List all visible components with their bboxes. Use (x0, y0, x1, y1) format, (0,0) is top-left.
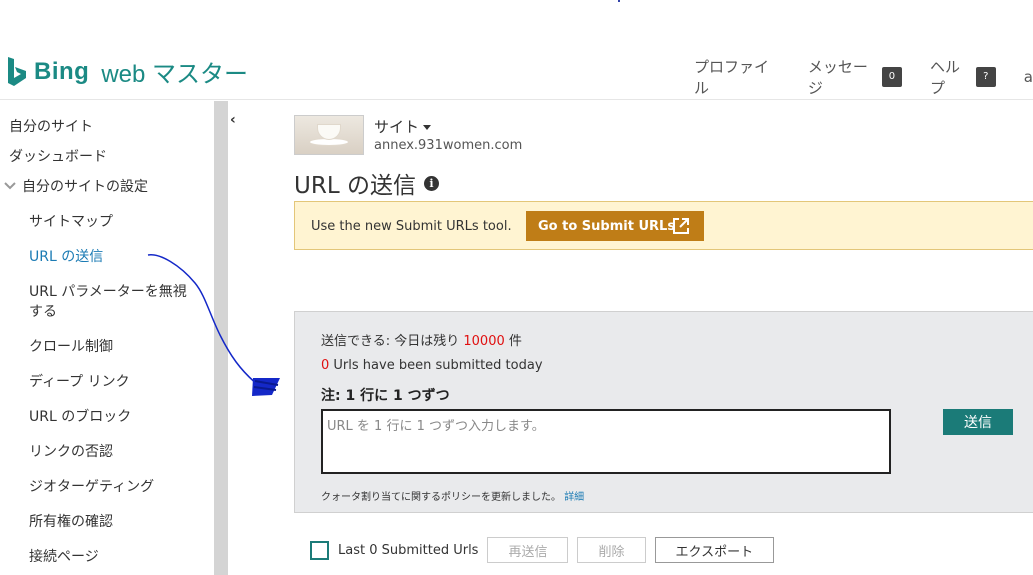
collapse-sidebar-icon[interactable]: ‹ (230, 112, 236, 128)
quota-value: 10000 (463, 334, 505, 349)
submit-url-panel: 送信できる: 今日は残り 10000 件 0 Urls have been su… (294, 311, 1033, 513)
help-question-icon: ? (975, 67, 996, 87)
bing-b-icon (8, 56, 26, 86)
quota-line: 送信できる: 今日は残り 10000 件 (321, 330, 522, 349)
last-submitted-label: Last 0 Submitted Urls (338, 542, 479, 558)
submit-button[interactable]: 送信 (943, 409, 1013, 435)
sidebar-item-deep-links[interactable]: ディープ リンク (29, 371, 130, 391)
quota-suffix: 件 (504, 334, 522, 349)
nav-profile-label: プロファイル (694, 58, 770, 97)
banner-text: Use the new Submit URLs tool. (311, 219, 512, 234)
submitted-today-line: 0 Urls have been submitted today (321, 358, 543, 373)
info-icon[interactable]: i (423, 175, 439, 191)
page-title: URL の送信 i (294, 166, 439, 200)
delete-button[interactable]: 削除 (577, 537, 646, 563)
sidebar-item-dashboard[interactable]: ダッシュボード (9, 146, 107, 166)
go-to-submit-urls-label: Go to Submit URLs (538, 218, 676, 234)
submitted-urls-toolbar: Last 0 Submitted Urls 再送信 削除 エクスポート (310, 537, 783, 563)
nav-truncated-item[interactable]: a (1024, 68, 1033, 86)
sidebar-item-geo-targeting[interactable]: ジオターゲティング (29, 476, 154, 496)
sidebar-item-my-sites[interactable]: 自分のサイト (9, 116, 93, 136)
sidebar-item-ignore-url-params[interactable]: URL パラメーターを無視 (29, 281, 187, 301)
policy-details-link[interactable]: 詳細 (564, 492, 584, 503)
brand-subtitle: web マスター (101, 61, 249, 88)
nav-messages-label: メッセージ (807, 58, 868, 97)
sidebar-item-site-settings-label: 自分のサイトの設定 (22, 179, 148, 195)
site-dropdown[interactable]: サイト (374, 116, 432, 137)
resend-button[interactable]: 再送信 (487, 537, 569, 563)
sidebar-item-site-settings[interactable]: 自分のサイトの設定 (4, 176, 148, 196)
nav-messages[interactable]: メッセージ 0 (808, 56, 902, 98)
nav-help-label: ヘルプ (929, 58, 960, 97)
go-to-submit-urls-button[interactable]: Go to Submit URLs (526, 211, 704, 241)
top-nav: プロファイル メッセージ 0 ヘルプ ? a (694, 56, 1033, 98)
policy-text: クォータ割り当てに関するポリシーを更新しました。 (321, 492, 561, 503)
select-all-checkbox[interactable] (310, 540, 329, 560)
site-dropdown-label: サイト (374, 118, 420, 136)
external-link-icon (673, 218, 689, 234)
export-button[interactable]: エクスポート (654, 537, 775, 563)
caret-down-icon (423, 125, 432, 130)
one-per-line-note: 注: 1 行に 1 つずつ (321, 388, 450, 404)
quota-policy-note: クォータ割り当てに関するポリシーを更新しました。 詳細 (321, 488, 584, 503)
brand-name: Bing (34, 57, 90, 85)
sidebar-scrollbar[interactable] (214, 101, 228, 575)
stray-dot (618, 0, 620, 2)
sidebar-item-sitemaps[interactable]: サイトマップ (29, 211, 113, 231)
submit-tool-banner: Use the new Submit URLs tool. Go to Subm… (294, 201, 1033, 250)
sidebar-item-ignore-url-params-cont[interactable]: する (29, 301, 57, 321)
sidebar-item-crawl-control[interactable]: クロール制御 (29, 336, 113, 356)
sidebar: 自分のサイト ダッシュボード 自分のサイトの設定 サイトマップ URL の送信 … (0, 101, 214, 575)
sidebar-item-disavow-links[interactable]: リンクの否認 (29, 441, 113, 461)
sidebar-item-block-urls[interactable]: URL のブロック (29, 406, 131, 426)
sidebar-item-submit-url[interactable]: URL の送信 (29, 246, 103, 266)
chevron-down-icon (4, 182, 16, 190)
message-count-badge: 0 (881, 67, 902, 87)
sidebar-item-connected-pages[interactable]: 接続ページ (29, 546, 99, 566)
top-header: Bing web マスター プロファイル メッセージ 0 ヘルプ ? a (0, 0, 1033, 100)
nav-help[interactable]: ヘルプ ? (930, 56, 996, 98)
sidebar-item-verify-ownership[interactable]: 所有権の確認 (29, 511, 113, 531)
site-thumbnail (294, 115, 364, 155)
nav-profile[interactable]: プロファイル (694, 56, 780, 98)
bing-logo[interactable]: Bing web マスター (6, 54, 248, 89)
url-input-textarea[interactable] (321, 409, 891, 474)
submitted-suffix: Urls have been submitted today (329, 358, 543, 373)
page-title-text: URL の送信 (294, 173, 416, 199)
quota-prefix: 送信できる: 今日は残り (321, 334, 464, 349)
site-url: annex.931women.com (374, 138, 523, 153)
